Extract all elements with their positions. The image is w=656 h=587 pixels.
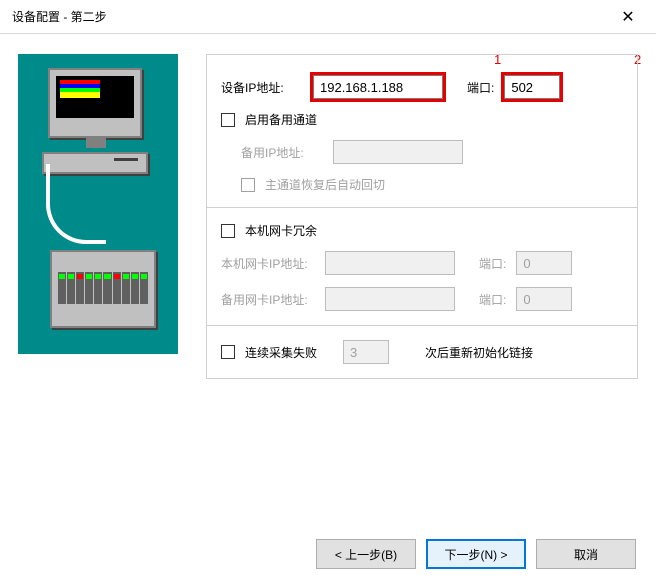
backup-nic-ip-label: 备用网卡IP地址: [221, 291, 315, 308]
retry-count-input [343, 340, 389, 364]
auto-switch-label: 主通道恢复后自动回切 [265, 176, 385, 193]
primary-nic-ip-input [325, 251, 455, 275]
next-button[interactable]: 下一步(N) > [426, 539, 526, 569]
port-input[interactable] [504, 75, 560, 99]
primary-nic-ip-label: 本机网卡IP地址: [221, 255, 315, 272]
dialog-window: 设备配置 - 第二步 ✕ 1 2 设备IP地址: 端口: [0, 0, 656, 587]
form-panel: 1 2 设备IP地址: 端口: 启用备用通道 备用IP地址: [206, 54, 638, 379]
device-ip-input[interactable] [313, 75, 443, 99]
close-icon[interactable]: ✕ [608, 3, 648, 31]
retry-tail-label: 次后重新初始化链接 [425, 344, 533, 361]
enable-backup-label: 启用备用通道 [245, 111, 317, 128]
wizard-illustration [18, 54, 178, 354]
cancel-button[interactable]: 取消 [536, 539, 636, 569]
auto-switch-checkbox [241, 178, 255, 192]
enable-backup-checkbox[interactable] [221, 113, 235, 127]
backup-nic-ip-input [325, 287, 455, 311]
backup-nic-port-label: 端口: [479, 291, 506, 308]
button-bar: < 上一步(B) 下一步(N) > 取消 [316, 539, 636, 569]
nic-redundancy-label: 本机网卡冗余 [245, 222, 317, 239]
settings-group: 设备IP地址: 端口: 启用备用通道 备用IP地址: 主通道恢复后自动回切 [206, 54, 638, 379]
retry-label: 连续采集失败 [245, 344, 317, 361]
retry-checkbox[interactable] [221, 345, 235, 359]
primary-nic-port-input [516, 251, 572, 275]
primary-nic-port-label: 端口: [479, 255, 506, 272]
backup-ip-label: 备用IP地址: [241, 144, 323, 161]
backup-ip-input [333, 140, 463, 164]
window-title: 设备配置 - 第二步 [12, 8, 107, 25]
port-label: 端口: [467, 79, 494, 96]
nic-redundancy-checkbox[interactable] [221, 224, 235, 238]
back-button[interactable]: < 上一步(B) [316, 539, 416, 569]
backup-nic-port-input [516, 287, 572, 311]
titlebar: 设备配置 - 第二步 ✕ [0, 0, 656, 34]
device-ip-label: 设备IP地址: [221, 79, 303, 96]
